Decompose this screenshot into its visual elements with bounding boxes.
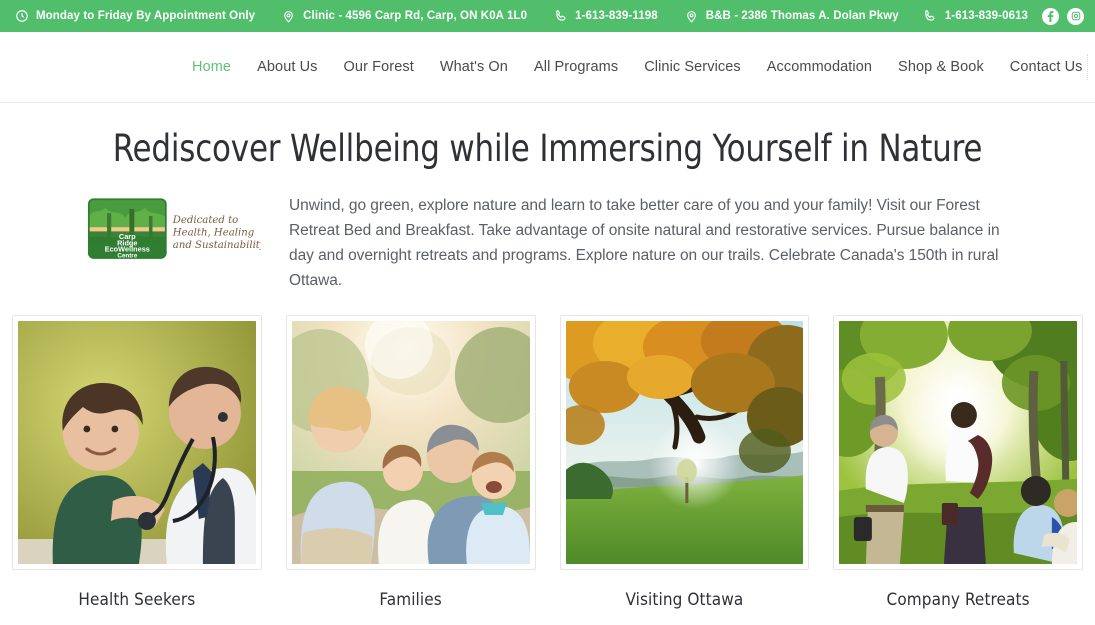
- phone-icon: [923, 9, 938, 24]
- topbar-right-group: B&B - 2386 Thomas A. Dolan Pkwy 1-613-83…: [684, 7, 1085, 25]
- intro-paragraph: Unwind, go green, explore nature and lea…: [289, 197, 1000, 290]
- card-health-seekers[interactable]: Health Seekers Support your wellbeing wi…: [12, 315, 262, 625]
- card-image-frame: [559, 315, 810, 571]
- card-company-retreats[interactable]: Company Retreats Treat your staff and re…: [833, 315, 1083, 625]
- nav-item-all-programs[interactable]: All Programs: [534, 59, 618, 75]
- nav-item-shop-and-book[interactable]: Shop & Book: [898, 59, 984, 75]
- svg-text:and Sustainability: and Sustainability: [173, 240, 261, 251]
- nav-item-home[interactable]: Home: [192, 59, 231, 75]
- company-retreats-image: [839, 321, 1077, 565]
- nav-item-whats-on[interactable]: What's On: [440, 59, 508, 75]
- logo-image: Carp Ridge EcoWellness Centre Dedicated …: [87, 198, 261, 259]
- business-hours: Monday to Friday By Appointment Only: [14, 9, 255, 24]
- card-visiting-ottawa[interactable]: Visiting Ottawa Stay at our eco-friendly…: [559, 315, 810, 625]
- nav-tools: 0: [1083, 50, 1095, 84]
- clinic-phone-label: 1-613-839-1198: [575, 10, 658, 22]
- card-title: Families: [379, 590, 442, 611]
- map-pin-icon: [281, 9, 296, 24]
- nav-links: Home About Us Our Forest What's On All P…: [192, 59, 1083, 75]
- svg-text:Health, Healing: Health, Healing: [172, 228, 255, 239]
- site-logo[interactable]: Carp Ridge EcoWellness Centre Dedicated …: [86, 192, 261, 266]
- feature-cards: Health Seekers Support your wellbeing wi…: [0, 293, 1095, 625]
- nav-item-clinic-services[interactable]: Clinic Services: [644, 59, 741, 75]
- nav-divider: [1086, 54, 1088, 80]
- clinic-address-label: Clinic - 4596 Carp Rd, Carp, ON K0A 1L0: [303, 10, 528, 22]
- svg-text:Dedicated to: Dedicated to: [172, 215, 238, 226]
- card-image-frame: [285, 315, 536, 571]
- intro-section: Carp Ridge EcoWellness Centre Dedicated …: [0, 170, 1095, 293]
- nav-item-our-forest[interactable]: Our Forest: [344, 59, 414, 75]
- page-title: Rediscover Wellbeing while Immersing You…: [112, 127, 983, 170]
- facebook-icon[interactable]: [1042, 7, 1060, 25]
- card-title: Health Seekers: [78, 590, 196, 611]
- health-seekers-image: [18, 321, 256, 565]
- topbar-left-group: Monday to Friday By Appointment Only Cli…: [14, 9, 684, 24]
- bnb-address-label: B&B - 2386 Thomas A. Dolan Pkwy: [705, 10, 899, 22]
- visiting-ottawa-image: [565, 321, 804, 565]
- instagram-icon[interactable]: [1067, 7, 1085, 25]
- top-utility-bar: Monday to Friday By Appointment Only Cli…: [0, 0, 1095, 32]
- nav-item-contact-us[interactable]: Contact Us: [1010, 59, 1083, 75]
- bnb-phone-label: 1-613-839-0613: [944, 10, 1029, 22]
- nav-item-about-us[interactable]: About Us: [257, 59, 317, 75]
- main-navigation-bar: Home About Us Our Forest What's On All P…: [0, 32, 1095, 103]
- bnb-phone[interactable]: 1-613-839-0613: [923, 9, 1028, 24]
- clinic-phone[interactable]: 1-613-839-1198: [553, 9, 658, 24]
- clinic-address[interactable]: Clinic - 4596 Carp Rd, Carp, ON K0A 1L0: [281, 9, 527, 24]
- map-pin-icon: [684, 9, 699, 24]
- card-image-frame: [12, 315, 262, 571]
- business-hours-label: Monday to Friday By Appointment Only: [36, 10, 256, 22]
- card-title: Company Retreats: [886, 590, 1030, 611]
- nav-item-accommodation[interactable]: Accommodation: [767, 59, 872, 75]
- card-families[interactable]: Families Create memories in our forest f…: [285, 315, 536, 625]
- families-image: [291, 321, 530, 565]
- svg-text:Centre: Centre: [117, 252, 137, 259]
- bnb-address[interactable]: B&B - 2386 Thomas A. Dolan Pkwy: [684, 9, 899, 24]
- card-image-frame: [833, 315, 1083, 571]
- phone-icon: [553, 9, 568, 24]
- clock-icon: [14, 9, 29, 24]
- search-button[interactable]: [1092, 50, 1095, 84]
- card-title: Visiting Ottawa: [625, 590, 744, 611]
